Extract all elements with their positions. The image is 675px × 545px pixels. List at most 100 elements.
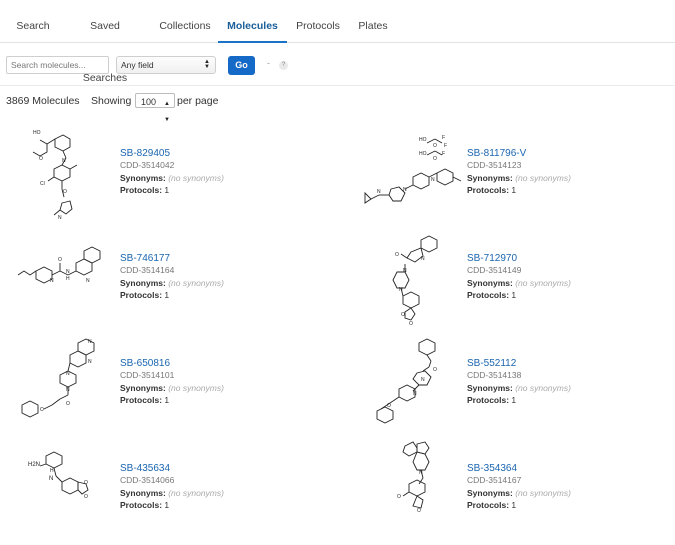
atom-label: O (401, 312, 405, 318)
synonyms-line: Synonyms: (no synonyms) (467, 173, 571, 183)
molecule-id-link[interactable]: SB-811796-V (467, 148, 526, 159)
synonyms-label: Synonyms: (120, 383, 166, 393)
synonyms-value: (no synonyms) (168, 488, 224, 498)
synonyms-label: Synonyms: (467, 383, 513, 393)
protocols-line: Protocols: 1 (120, 395, 169, 405)
atom-label: O (387, 403, 391, 409)
atom-label: N (419, 470, 423, 476)
molecule-card: O N N O SB-552112 CDD-3514138 Synonyms: … (347, 335, 675, 440)
tab-protocols[interactable]: Protocols (294, 0, 342, 43)
atom-label: Cl (40, 181, 45, 187)
synonyms-value: (no synonyms) (515, 488, 571, 498)
cdd-id: CDD-3514101 (120, 370, 175, 380)
atom-label: O (397, 494, 401, 500)
tab-search[interactable]: Search (12, 0, 54, 43)
synonyms-line: Synonyms: (no synonyms) (467, 278, 571, 288)
protocols-line: Protocols: 1 (120, 290, 169, 300)
molecule-structure-image: O N N O (376, 338, 437, 424)
cdd-id: CDD-3514138 (467, 370, 522, 380)
molecule-id-link[interactable]: SB-435634 (120, 463, 170, 474)
atom-label: O (409, 321, 413, 327)
cdd-id: CDD-3514066 (120, 475, 175, 485)
synonyms-line: Synonyms: (no synonyms) (120, 173, 224, 183)
cdd-id: CDD-3514149 (467, 265, 522, 275)
molecule-card: N N N N O O SB-650816 CDD-3514101 Synony… (0, 335, 330, 440)
go-button[interactable]: Go (228, 56, 255, 75)
synonyms-label: Synonyms: (467, 173, 513, 183)
molecule-structure-image: HO O F F F HO O N N N (364, 135, 462, 204)
atom-label: O (433, 143, 437, 149)
atom-label: N (66, 387, 70, 393)
synonyms-value: (no synonyms) (515, 278, 571, 288)
field-select[interactable]: Any field ▲ ▼ (116, 56, 216, 74)
help-icon[interactable]: ? (279, 61, 288, 70)
molecule-card: N O N H N SB-746177 CDD-3514164 Synonyms… (0, 230, 330, 335)
atom-label: O (84, 494, 88, 500)
tab-collections[interactable]: Collections (158, 0, 212, 43)
molecule-id-link[interactable]: SB-712970 (467, 253, 517, 264)
search-bar: Any field ▲▼ Go - ? (0, 54, 675, 78)
atom-label: N (86, 278, 90, 284)
cdd-id: CDD-3514123 (467, 160, 522, 170)
atom-label: O (58, 257, 62, 263)
atom-label: HO (33, 130, 41, 136)
atom-label: N (88, 359, 92, 365)
tab-molecules[interactable]: Molecules (218, 0, 287, 43)
atom-label: O (395, 252, 399, 258)
synonyms-label: Synonyms: (467, 278, 513, 288)
atom-label: F (442, 135, 445, 141)
tab-plates[interactable]: Plates (356, 0, 390, 43)
protocols-label: Protocols: (467, 395, 510, 405)
protocols-line: Protocols: 1 (467, 290, 516, 300)
synonyms-label: Synonyms: (120, 278, 166, 288)
molecule-count: 3869 Molecules (6, 95, 80, 107)
atom-label: N (66, 371, 70, 377)
atom-label: N (421, 256, 425, 262)
per-page-value: 100 (141, 97, 157, 107)
molecule-card: H2N H N O O SB-435634 CDD-3514066 Synony… (0, 440, 330, 545)
atom-label: N (431, 177, 435, 183)
protocols-label: Protocols: (120, 290, 163, 300)
molecule-id-link[interactable]: SB-354364 (467, 463, 517, 474)
protocols-value: 1 (511, 395, 517, 405)
molecule-id-link[interactable]: SB-829405 (120, 148, 170, 159)
divider (0, 85, 675, 86)
tab-saved-searches[interactable]: Saved Searches (68, 0, 142, 84)
protocols-label: Protocols: (467, 185, 510, 195)
cdd-id: CDD-3514164 (120, 265, 175, 275)
search-input[interactable] (6, 56, 109, 74)
molecule-structure-image: N O O (397, 441, 430, 514)
protocols-label: Protocols: (120, 395, 163, 405)
synonyms-line: Synonyms: (no synonyms) (120, 383, 224, 393)
atom-label: N (88, 339, 92, 345)
atom-label: H (66, 276, 70, 282)
protocols-label: Protocols: (467, 290, 510, 300)
synonyms-line: Synonyms: (no synonyms) (120, 278, 224, 288)
atom-label: H2N (28, 462, 40, 468)
molecule-id-link[interactable]: SB-552112 (467, 358, 516, 369)
molecule-structure-image: N N N N O O (21, 338, 95, 418)
molecule-id-link[interactable]: SB-746177 (120, 253, 170, 264)
field-select-value: Any field (121, 60, 154, 70)
protocols-value: 1 (164, 395, 170, 405)
atom-label: N (421, 377, 425, 383)
synonyms-label: Synonyms: (120, 173, 166, 183)
atom-label: O (40, 407, 44, 413)
atom-label: N (403, 268, 407, 274)
per-page-select[interactable]: 100 ▲ ▼ (135, 93, 175, 123)
protocols-value: 1 (511, 290, 517, 300)
molecule-structure-image: H2N H N O O (28, 451, 89, 500)
protocols-value: 1 (164, 290, 170, 300)
cdd-id: CDD-3514042 (120, 160, 175, 170)
showing-label: Showing (91, 95, 132, 107)
updown-icon: ▲ ▼ (164, 101, 170, 123)
atom-label: N (50, 278, 54, 284)
atom-label: N (49, 476, 53, 482)
molecule-card: O N N N O O SB-712970 CDD-3514149 Synony… (347, 230, 675, 335)
synonyms-line: Synonyms: (no synonyms) (467, 488, 571, 498)
protocols-line: Protocols: 1 (120, 500, 169, 510)
molecule-id-link[interactable]: SB-650816 (120, 358, 170, 369)
nav-tabs: Search Saved Searches Collections Molecu… (0, 0, 675, 84)
synonyms-line: Synonyms: (no synonyms) (467, 383, 571, 393)
atom-label: N (377, 189, 381, 195)
